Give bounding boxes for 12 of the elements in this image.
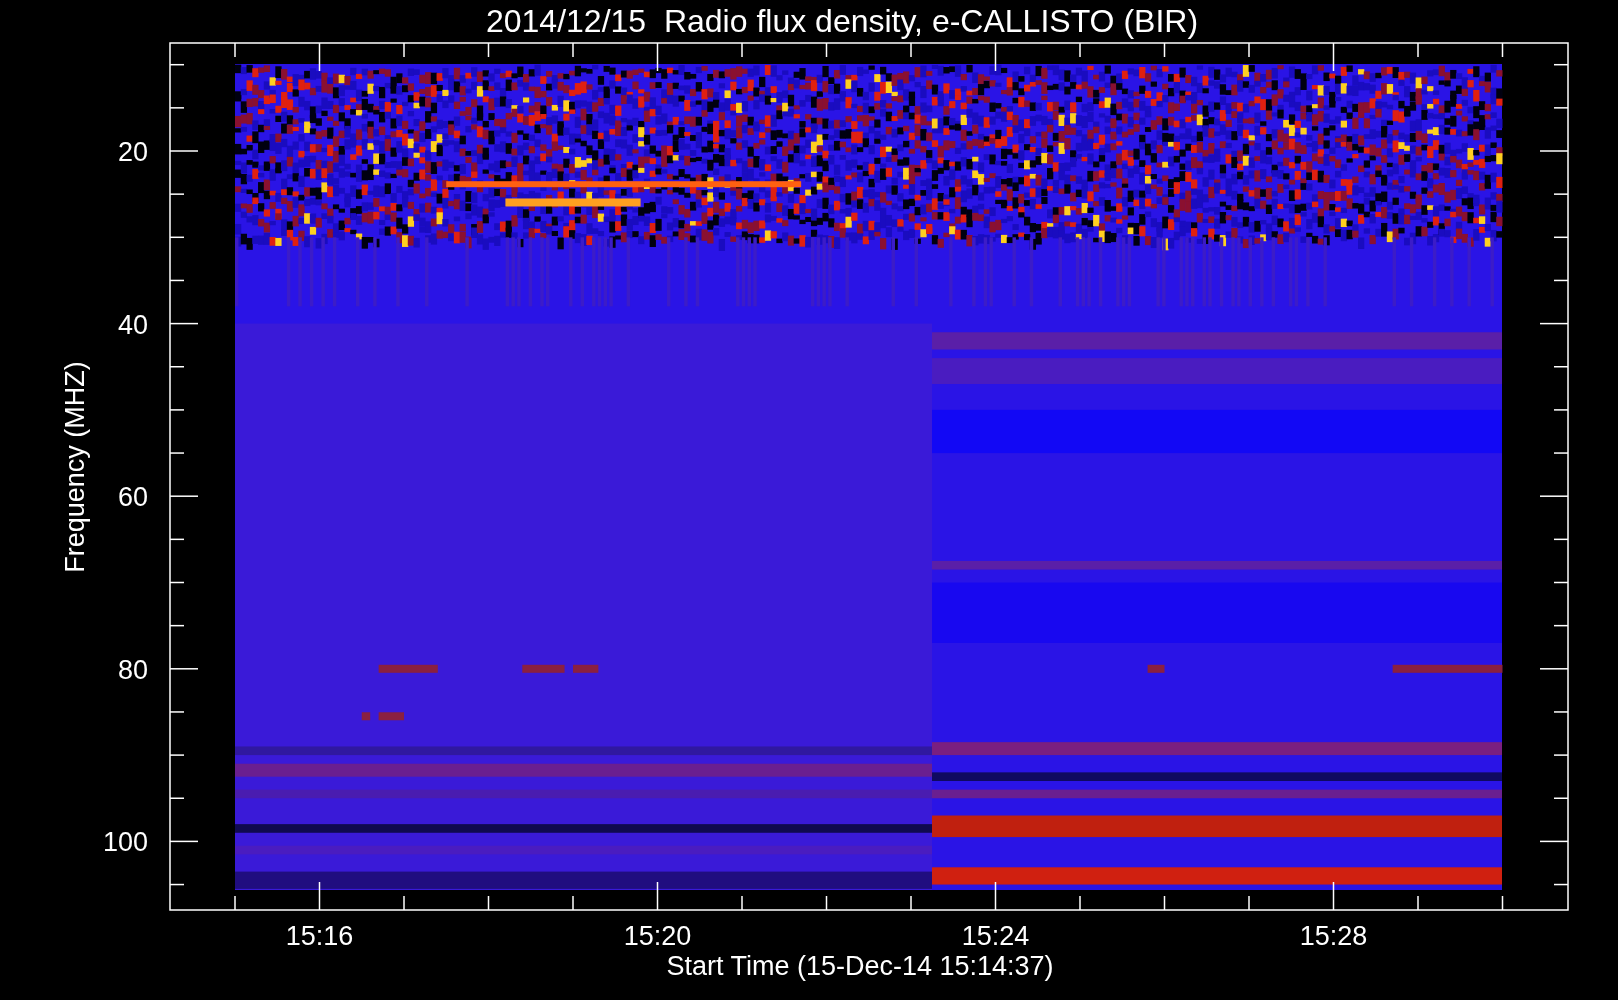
x-tick-label: 15:24 (961, 921, 1030, 951)
y-axis-label: Frequency (MHZ) (60, 361, 90, 573)
y-tick-label: 40 (117, 309, 148, 340)
chart-title: 2014/12/15 Radio flux density, e-CALLISTO (BIR) (485, 3, 1199, 39)
y-tick-label: 80 (117, 654, 148, 685)
x-tick-label: 15:20 (623, 921, 692, 951)
y-tick-label: 100 (102, 827, 148, 858)
y-tick-label: 60 (117, 482, 148, 513)
x-axis-label: Start Time (15-Dec-14 15:14:37) (666, 951, 1054, 981)
x-tick-label: 15:16 (285, 921, 354, 951)
x-tick-label: 15:28 (1299, 921, 1368, 951)
y-tick-label: 20 (117, 137, 148, 167)
